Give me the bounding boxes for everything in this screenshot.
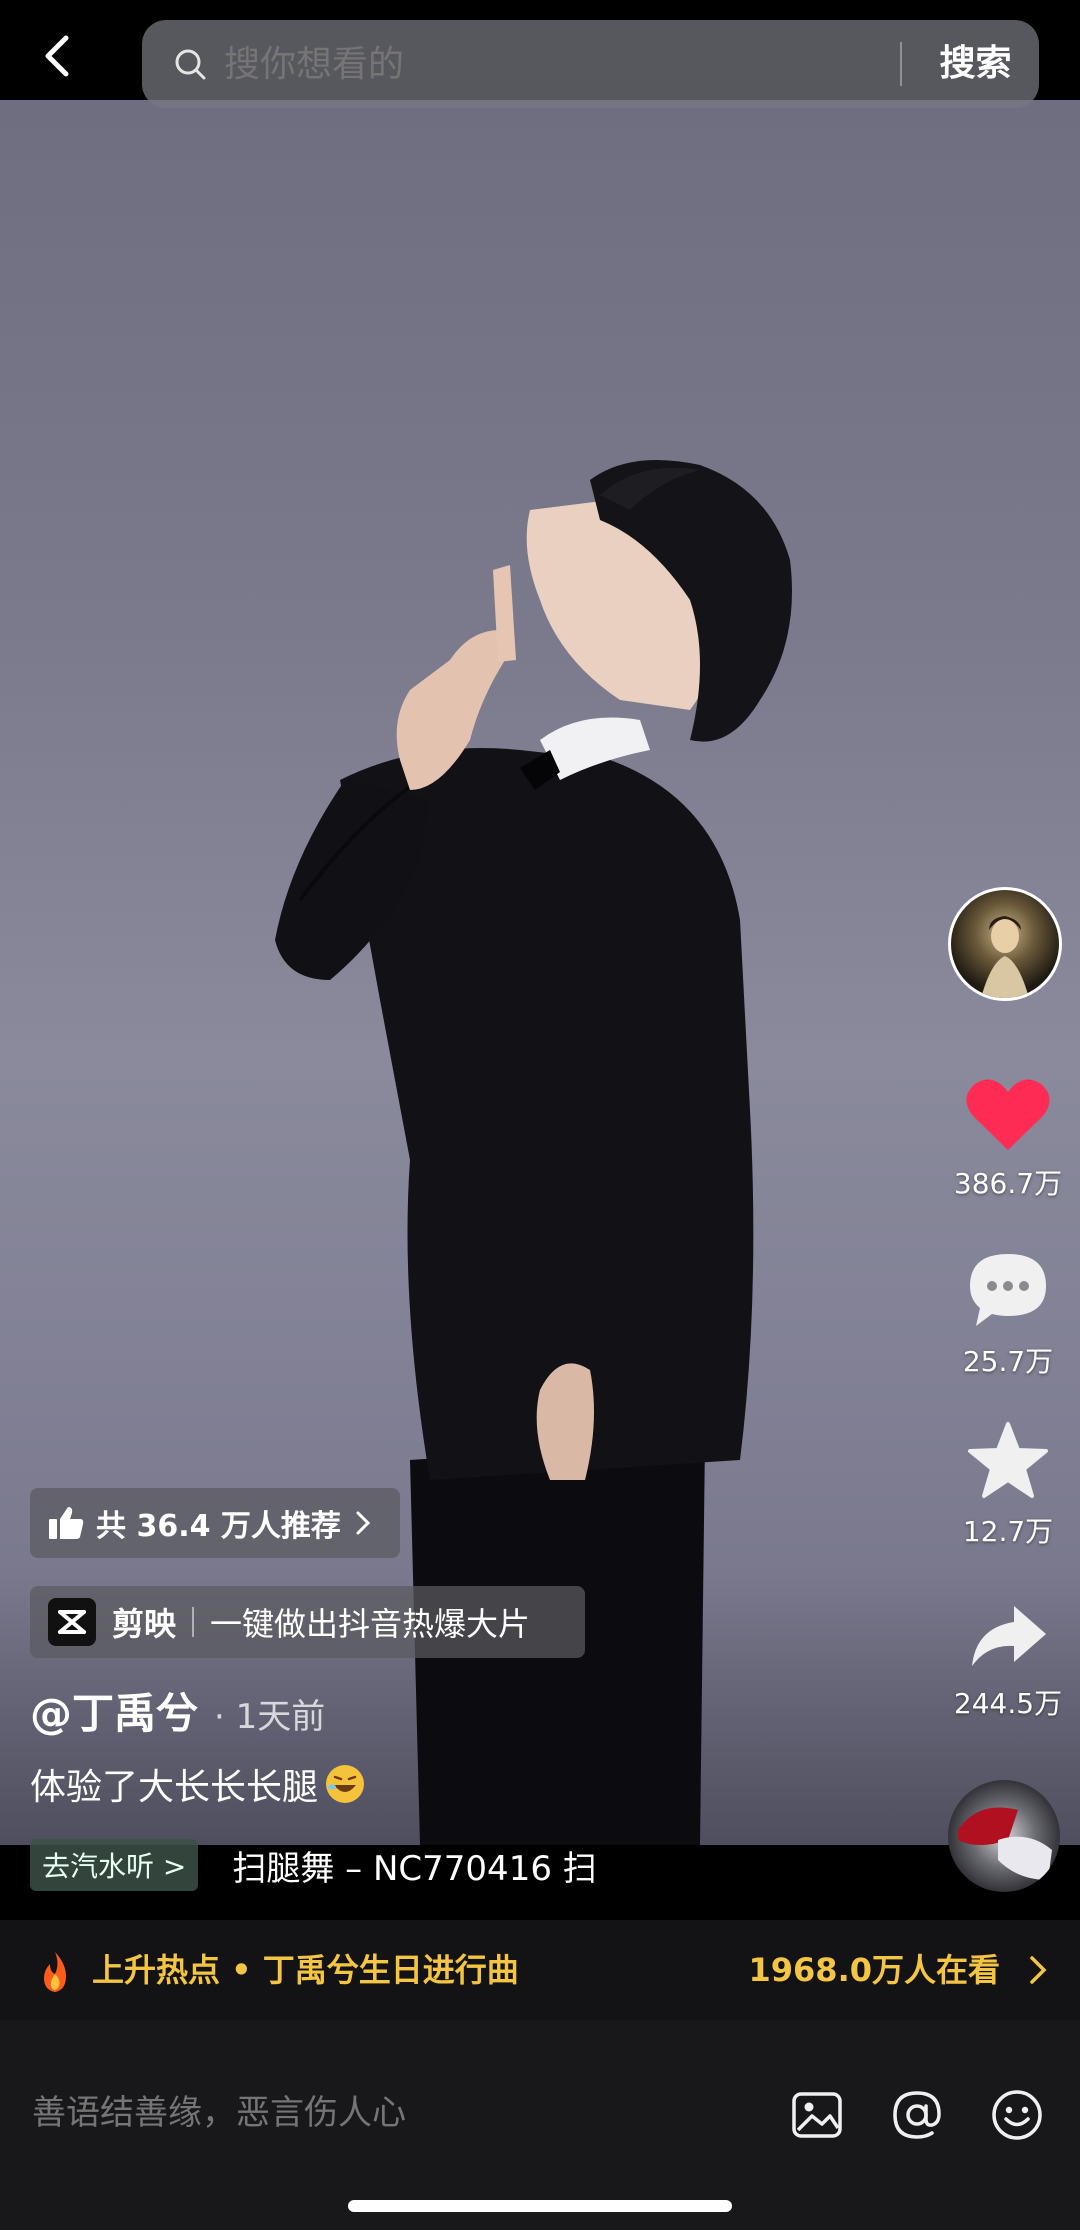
author-line: @丁禹兮 · 1天前 [30,1680,325,1740]
rofl-emoji-icon [326,1765,365,1803]
chevron-right-icon [1030,1956,1047,1984]
search-button[interactable]: 搜索 [912,20,1039,108]
search-icon [175,49,206,80]
comment-bar [0,2020,1080,2230]
chevron-right-icon [356,1511,371,1535]
recommend-text: 共 36.4 万人推荐 [96,1509,341,1544]
capcut-banner[interactable]: 剪映 一键做出抖音热爆大片 [30,1586,585,1658]
music-disc-art [958,1807,1052,1880]
capcut-slogan: 一键做出抖音热爆大片 [210,1605,531,1643]
music-disc[interactable] [948,1780,1060,1892]
author-avatar[interactable] [948,887,1062,1001]
comment-input[interactable] [30,2072,734,2154]
qishui-listen-tag[interactable]: 去汽水听 > [30,1839,199,1891]
search-divider [900,42,902,86]
capcut-name: 剪映 [112,1605,177,1643]
mention-at-icon[interactable] [890,2088,944,2142]
capcut-separator [192,1607,195,1637]
comment-count: 25.7万 [962,1345,1054,1378]
author-name[interactable]: @丁禹兮 [30,1680,198,1741]
caption-text: 体验了大长长长腿 [30,1767,319,1808]
share-count: 244.5万 [953,1687,1063,1720]
capcut-logo-icon [48,1598,96,1646]
music-row[interactable]: 去汽水听 > 扫腿舞 – NC770416 扫 [30,1839,597,1891]
post-time: · 1天前 [214,1697,326,1737]
fire-icon [44,1952,66,1992]
comment-bubble-icon[interactable] [966,1250,1050,1330]
recommend-pill[interactable]: 共 36.4 万人推荐 [30,1488,400,1558]
home-indicator[interactable] [348,2200,732,2212]
video-caption[interactable]: 体验了大长长长腿 [30,1758,366,1810]
image-picker-icon[interactable] [790,2088,844,2142]
share-arrow-icon[interactable] [966,1600,1050,1672]
like-action[interactable]: 386.7万 [938,1076,1078,1202]
video-person-figure [275,460,792,1845]
hot-topic-bar[interactable]: 上升热点 • 丁禹兮生日进行曲 1968.0万人在看 [0,1920,1080,2020]
favorite-action[interactable]: 12.7万 [938,1420,1078,1550]
music-title: 扫腿舞 – NC770416 扫 [232,1848,597,1889]
star-icon[interactable] [966,1420,1050,1500]
avatar-image [981,916,1029,998]
like-count: 386.7万 [953,1167,1063,1200]
search-input[interactable] [222,20,826,110]
emoji-face-icon[interactable] [990,2088,1044,2142]
favorite-count: 12.7万 [962,1515,1054,1548]
thumbs-up-icon [49,1507,84,1539]
comment-action[interactable]: 25.7万 [938,1250,1078,1380]
share-action[interactable]: 244.5万 [938,1600,1078,1722]
search-bar[interactable]: 搜索 [142,20,1039,110]
hot-topic-label: 上升热点 • 丁禹兮生日进行曲 [92,1951,519,1989]
video-player[interactable] [0,100,1080,1845]
heart-icon[interactable] [965,1076,1051,1152]
back-arrow-icon[interactable] [30,28,86,84]
hot-viewers-count: 1968.0万人在看 [748,1951,1001,1989]
